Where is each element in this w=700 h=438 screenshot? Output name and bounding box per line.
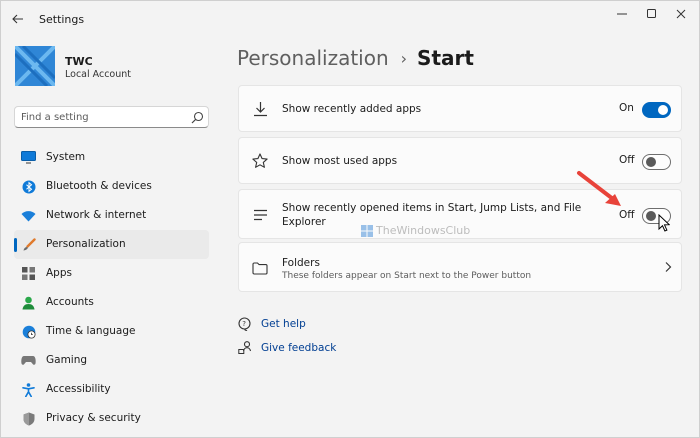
- annotation-arrow-icon: [577, 171, 621, 206]
- sidebar-item-label: Privacy & security: [46, 412, 141, 424]
- sidebar-item-gaming[interactable]: Gaming: [14, 346, 209, 375]
- profile-name: TWC: [65, 55, 93, 68]
- minimize-button[interactable]: [607, 5, 637, 23]
- search-icon[interactable]: [191, 111, 204, 124]
- sidebar-item-time-language[interactable]: Time & language: [14, 317, 209, 346]
- sidebar-item-system[interactable]: System: [14, 143, 209, 172]
- setting-title: Folders: [282, 257, 320, 269]
- give-feedback-text[interactable]: Give feedback: [261, 342, 336, 354]
- sidebar-item-accessibility[interactable]: Accessibility: [14, 375, 209, 404]
- watermark-logo-icon: [361, 224, 373, 237]
- star-icon: [251, 152, 269, 170]
- gamepad-icon: [21, 353, 36, 368]
- recently-added-apps-toggle[interactable]: [642, 102, 671, 118]
- feedback-icon: [238, 341, 252, 355]
- sidebar-item-label: Bluetooth & devices: [46, 180, 152, 192]
- sidebar-item-label: Gaming: [46, 354, 88, 366]
- paintbrush-icon: [21, 237, 36, 252]
- settings-window: Settings TWC Local Account Find a settin…: [0, 0, 700, 438]
- sidebar-item-network[interactable]: Network & internet: [14, 201, 209, 230]
- search-box: [14, 106, 209, 128]
- sidebar-item-label: Personalization: [46, 238, 126, 250]
- sidebar-item-label: Time & language: [46, 325, 136, 337]
- search-input[interactable]: [21, 110, 181, 125]
- setting-title: Show most used apps: [282, 155, 398, 167]
- breadcrumb: Personalization › Start: [237, 44, 474, 72]
- sidebar-item-label: Accessibility: [46, 383, 111, 395]
- back-button[interactable]: [9, 10, 27, 28]
- breadcrumb-parent[interactable]: Personalization: [237, 46, 389, 70]
- setting-card-recently-added[interactable]: Show recently added apps On: [238, 85, 682, 132]
- help-chat-icon: ?: [238, 317, 252, 331]
- get-help-link[interactable]: ? Get help: [238, 316, 306, 332]
- profile-account-type: Local Account: [65, 69, 131, 80]
- sidebar-item-label: Apps: [46, 267, 72, 279]
- get-help-text[interactable]: Get help: [261, 318, 306, 330]
- setting-card-folders[interactable]: Folders These folders appear on Start ne…: [238, 242, 682, 292]
- sidebar-item-accounts[interactable]: Accounts: [14, 288, 209, 317]
- toggle-state-label: On: [619, 102, 634, 114]
- setting-title-line2: Explorer: [282, 216, 326, 228]
- svg-text:?: ?: [242, 320, 246, 328]
- close-button[interactable]: [666, 5, 696, 23]
- sidebar-item-label: Accounts: [46, 296, 94, 308]
- maximize-icon: [647, 9, 656, 18]
- watermark-text: TheWindowsClub: [376, 224, 471, 237]
- sidebar-item-apps[interactable]: Apps: [14, 259, 209, 288]
- close-icon: [676, 9, 686, 19]
- breadcrumb-separator: ›: [400, 48, 408, 68]
- monitor-icon: [21, 150, 36, 165]
- folder-icon: [251, 259, 269, 277]
- person-icon: [21, 295, 36, 310]
- toggle-knob: [646, 211, 656, 221]
- avatar-logo-icon: [15, 46, 55, 86]
- sidebar-item-bluetooth[interactable]: Bluetooth & devices: [14, 172, 209, 201]
- avatar[interactable]: [15, 46, 55, 86]
- shield-icon: [21, 411, 36, 426]
- minimize-icon: [617, 13, 627, 15]
- setting-title-line1: Show recently opened items in Start, Jum…: [282, 202, 582, 214]
- list-icon: [251, 206, 269, 224]
- app-title: Settings: [39, 13, 85, 26]
- sidebar-item-privacy-security[interactable]: Privacy & security: [14, 404, 209, 433]
- mouse-cursor-icon: [658, 214, 670, 232]
- sidebar-item-label: Network & internet: [46, 209, 147, 221]
- toggle-knob: [646, 157, 656, 167]
- sidebar-item-personalization[interactable]: Personalization: [14, 230, 209, 259]
- apps-icon: [21, 266, 36, 281]
- download-icon: [251, 100, 269, 118]
- toggle-knob: [658, 105, 668, 115]
- globe-clock-icon: [21, 324, 36, 339]
- setting-title: Show recently added apps: [282, 103, 422, 115]
- most-used-apps-toggle[interactable]: [642, 154, 671, 170]
- title-bar: Settings: [1, 1, 699, 35]
- sidebar-nav: System Bluetooth & devices Network & int…: [14, 143, 209, 433]
- watermark: TheWindowsClub: [361, 224, 470, 237]
- toggle-state-label: Off: [619, 154, 635, 166]
- maximize-button[interactable]: [637, 5, 667, 23]
- accessibility-icon: [21, 382, 36, 397]
- chevron-right-icon: [665, 262, 672, 272]
- sidebar-item-label: System: [46, 151, 86, 163]
- wifi-icon: [21, 208, 36, 223]
- setting-subtitle: These folders appear on Start next to th…: [282, 271, 532, 281]
- toggle-state-label: Off: [619, 209, 635, 221]
- give-feedback-link[interactable]: Give feedback: [238, 340, 336, 356]
- bluetooth-icon: [21, 179, 36, 194]
- page-title: Start: [417, 46, 474, 70]
- arrow-left-icon: [12, 14, 23, 24]
